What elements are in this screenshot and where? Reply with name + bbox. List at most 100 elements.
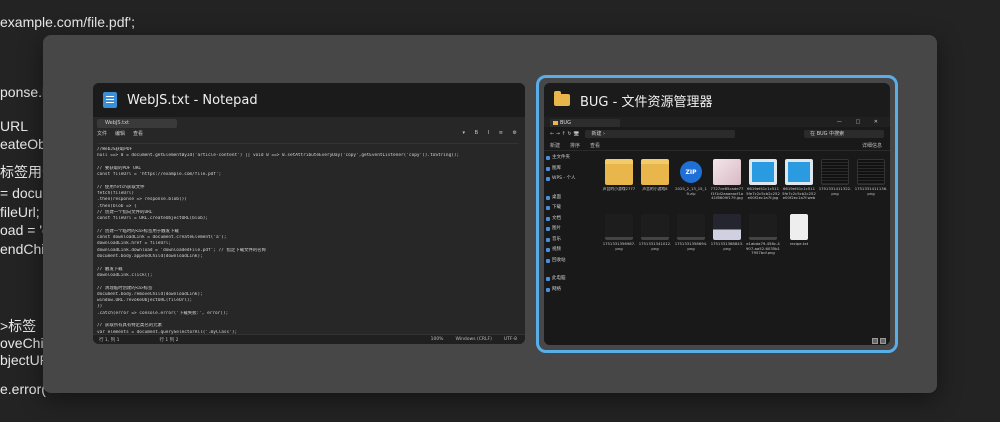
nav-item: 文档 xyxy=(544,214,598,225)
command-bar-item: 排序 xyxy=(570,143,581,149)
nav-item: 此电脑 xyxy=(544,274,598,285)
explorer-window-thumbnail[interactable]: BUG - 文件资源管理器 BUG — □ ✕ ← → ↑ ↻ 🖥 新建 › 在… xyxy=(544,83,890,345)
address-bar: 新建 › xyxy=(585,130,736,138)
file-name: 1751331411322.png xyxy=(818,187,852,196)
background-code-line: e.error( xyxy=(0,381,46,397)
details-view-icon xyxy=(872,338,878,344)
status-zoom: 100% xyxy=(430,337,444,342)
image-thumbnail xyxy=(605,214,633,240)
explorer-status-bar xyxy=(548,336,890,345)
image-thumbnail xyxy=(857,159,885,185)
file-name: 1751331368843.png xyxy=(710,242,744,251)
notepad-menu: 文件 编辑 查看 ▾ B I ≡ ⚙ xyxy=(97,130,521,138)
file-item: 1751331368843.png xyxy=(710,214,744,269)
file-item: 声音的小游戏8 xyxy=(638,159,672,214)
explorer-title: BUG - 文件资源管理器 xyxy=(580,94,713,110)
task-switcher: WebJS.txt - Notepad WebJS.txt 文件 编辑 查看 ▾ B … xyxy=(43,35,937,393)
nav-item: 下载 xyxy=(544,203,598,214)
details-button: 详细信息 xyxy=(861,143,882,149)
explorer-preview: BUG — □ ✕ ← → ↑ ↻ 🖥 新建 › 在 BUG 中搜索 新建 排序 查… xyxy=(544,117,890,345)
file-name: e1abda79-456c-4907-aa52-6035b17957bcf.pn… xyxy=(746,242,780,256)
notepad-tab: WebJS.txt xyxy=(97,119,177,128)
file-item: 1751331411322.png xyxy=(818,159,852,214)
zip-file-icon: ZIP xyxy=(680,161,702,183)
file-name: 1751331356987.png xyxy=(602,242,636,251)
image-thumbnail xyxy=(785,159,813,185)
file-item: 7727ce65cade77f1f1d2aaaeacf1a41f8609f179… xyxy=(710,159,744,214)
file-name: 1751331341012.png xyxy=(638,242,672,251)
image-thumbnail xyxy=(641,214,669,240)
notepad-title-bar: WebJS.txt - Notepad xyxy=(93,83,525,117)
background-code-line: fileUrl; xyxy=(0,204,40,220)
notepad-preview: WebJS.txt 文件 编辑 查看 ▾ B I ≡ ⚙ //WebJS获取PDF nu… xyxy=(93,117,525,344)
notepad-title: WebJS.txt - Notepad xyxy=(127,92,258,108)
search-box: 在 BUG 中搜索 xyxy=(804,130,884,138)
file-item: recipe.txt xyxy=(782,214,816,269)
nav-item: 桌面 xyxy=(544,193,598,204)
file-name: 2025_2_13_15_19.zip xyxy=(675,187,707,196)
file-name: 1751331411136.png xyxy=(854,187,888,196)
notepad-toolbar: ▾ B I ≡ ⚙ xyxy=(462,130,521,136)
nav-item: 图库 xyxy=(544,164,598,175)
folder-icon xyxy=(641,159,669,185)
explorer-tab-bar: BUG — □ ✕ xyxy=(544,117,890,127)
nav-item: 网络 xyxy=(544,285,598,296)
notepad-menu-item: 查看 xyxy=(133,131,144,137)
background-code-line: example.com/file.pdf'; xyxy=(0,14,135,30)
file-name: 1751331358694.png xyxy=(674,242,708,251)
background-code-line: >标签 xyxy=(0,318,37,334)
code-line: null ==> 0 = document.getElementById('ar… xyxy=(97,153,460,159)
explorer-command-bar: 新建 排序 查看 详细信息 xyxy=(544,141,890,151)
nav-item: 音乐 xyxy=(544,235,598,246)
file-item: ZIP 2025_2_13_15_19.zip xyxy=(674,159,708,214)
explorer-address-row: ← → ↑ ↻ 🖥 新建 › 在 BUG 中搜索 xyxy=(544,128,890,140)
nav-arrows-icon: ← → ↑ ↻ 🖥 xyxy=(550,131,580,137)
image-thumbnail xyxy=(821,159,849,185)
status-chars: 行 1 列 2 xyxy=(159,337,179,343)
background-code-line: oad = 'c xyxy=(0,222,49,238)
window-controls: — □ ✕ xyxy=(836,119,884,125)
command-bar-item: 查看 xyxy=(590,143,601,149)
thumbnail-view-icon xyxy=(880,338,886,344)
background-code-line: eateObj xyxy=(0,136,50,152)
explorer-nav-pane: 主文件夹 图库 WPS - 个人 桌面 下载 文档 图片 音乐 视频 回收站此电脑 网络 xyxy=(544,153,598,337)
notepad-menu-item: 文件 xyxy=(97,131,108,137)
nav-divider xyxy=(544,185,598,193)
file-item: e1abda79-456c-4907-aa52-6035b17957bcf.pn… xyxy=(746,214,780,269)
file-item: 1751331356987.png xyxy=(602,214,636,269)
file-name: 声音的小游戏2777 xyxy=(602,187,636,191)
notepad-window-thumbnail[interactable]: WebJS.txt - Notepad WebJS.txt 文件 编辑 查看 ▾ B … xyxy=(93,83,525,344)
nav-item: 回收站 xyxy=(544,256,598,267)
nav-item: WPS - 个人 xyxy=(544,174,598,185)
file-name: 6619ef41c1c5115fe7c2c5cb2c252e00f2ec1a7f… xyxy=(746,187,780,201)
file-name: 声音的小游戏8 xyxy=(642,187,668,191)
file-item: 声音的小游戏2777 xyxy=(602,159,636,214)
text-file-icon xyxy=(790,214,808,240)
file-item: 1751331341012.png xyxy=(638,214,672,269)
notepad-menu-item: 编辑 xyxy=(115,131,126,137)
explorer-selection-ring: BUG - 文件资源管理器 BUG — □ ✕ ← → ↑ ↻ 🖥 新建 › 在… xyxy=(536,75,898,353)
nav-item: 图片 xyxy=(544,224,598,235)
file-item: 6619ef41c1c5115fe7c2c5cb2c252e00f2ec1a7f… xyxy=(746,159,780,214)
image-thumbnail xyxy=(749,159,777,185)
explorer-file-grid: 声音的小游戏2777 声音的小游戏8 ZIP 2025_2_13_15_19.zip 7… xyxy=(602,159,888,335)
explorer-tab: BUG xyxy=(550,119,620,127)
file-name: 6619ef41c1c5115fe7c2c5cb2c252e00f2ec1a7f… xyxy=(782,187,816,201)
background-code-line: URL xyxy=(0,118,29,134)
image-thumbnail xyxy=(749,214,777,240)
folder-icon xyxy=(554,91,570,106)
nav-item: 视频 xyxy=(544,245,598,256)
folder-icon xyxy=(605,159,633,185)
explorer-title-bar: BUG - 文件资源管理器 xyxy=(544,83,890,117)
status-line-ending: Windows (CRLF) xyxy=(455,337,492,342)
image-thumbnail xyxy=(713,214,741,240)
notepad-text-area: //WebJS获取PDF null ==> 0 = document.getEle… xyxy=(97,143,519,344)
view-toggle xyxy=(872,338,886,344)
nav-item: 主文件夹 xyxy=(544,153,598,164)
file-item: 1751331358694.png xyxy=(674,214,708,269)
status-encoding: UTF-8 xyxy=(503,337,517,342)
image-thumbnail xyxy=(677,214,705,240)
notepad-status-bar: 行 1, 列 1 行 1 列 2 100% Windows (CRLF) UTF… xyxy=(93,334,525,344)
file-item: 1751331411136.png xyxy=(854,159,888,214)
file-name: 7727ce65cade77f1f1d2aaaeacf1a41f8609f179… xyxy=(710,187,744,201)
